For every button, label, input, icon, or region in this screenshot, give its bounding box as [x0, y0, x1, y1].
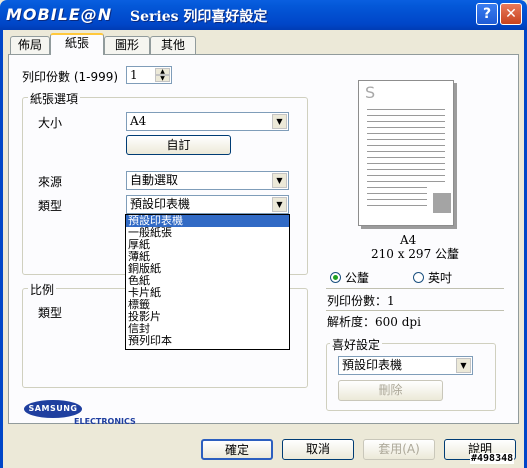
- spin-up-icon[interactable]: ▲: [155, 68, 170, 75]
- tab-paper[interactable]: 紙張: [50, 33, 104, 55]
- help-title-button[interactable]: ?: [476, 3, 498, 25]
- paper-preview: S: [358, 80, 454, 226]
- unit-inch-radio[interactable]: [413, 272, 424, 283]
- size-value: A4: [130, 114, 147, 128]
- type-value: 預設印表機: [130, 197, 191, 211]
- spin-down-icon[interactable]: ▼: [155, 75, 170, 82]
- source-value: 自動選取: [130, 173, 179, 187]
- unit-mm-radio[interactable]: [330, 272, 341, 283]
- paper-dims: 210 x 297 公釐: [371, 247, 460, 261]
- window-title: Series 列印喜好設定: [130, 9, 268, 25]
- preview-letter: S: [365, 83, 376, 102]
- scale-label: 比例: [28, 281, 57, 298]
- source-label: 來源: [38, 175, 63, 189]
- list-item[interactable]: 厚紙: [126, 239, 289, 251]
- tab-other[interactable]: 其他: [150, 36, 196, 54]
- mobile-logo: MOBILE@N: [6, 5, 113, 24]
- list-item[interactable]: 標籤: [126, 299, 289, 311]
- list-item[interactable]: 薄紙: [126, 251, 289, 263]
- paper-options-label: 紙張選項: [28, 90, 81, 107]
- electronics-text: ELECTRONICS: [74, 417, 136, 426]
- favorites-label: 喜好設定: [330, 336, 383, 353]
- tab-graphics[interactable]: 圖形: [104, 36, 150, 54]
- type-label: 類型: [38, 199, 63, 213]
- list-item[interactable]: 預列印本: [126, 335, 289, 347]
- size-select[interactable]: A4 ▼: [126, 112, 289, 131]
- list-item[interactable]: 一般紙張: [126, 227, 289, 239]
- close-button[interactable]: ✕: [500, 3, 522, 25]
- type-dropdown-list[interactable]: 預設印表機 一般紙張 厚紙 薄紙 銅版紙 色紙 卡片紙 標籤 投影片 信封 預列…: [125, 214, 290, 350]
- list-item[interactable]: 銅版紙: [126, 263, 289, 275]
- copies-label: 列印份數 (1-999): [22, 70, 119, 84]
- watermark: #498348: [470, 453, 515, 464]
- scale-type-label: 類型: [38, 306, 63, 320]
- cancel-button[interactable]: 取消: [282, 439, 354, 460]
- source-select[interactable]: 自動選取 ▼: [126, 171, 289, 190]
- list-item[interactable]: 預設印表機: [126, 215, 289, 227]
- image-block-icon: [433, 193, 451, 213]
- list-item[interactable]: 信封: [126, 323, 289, 335]
- divider: [326, 310, 504, 311]
- chevron-down-icon: ▼: [456, 358, 471, 373]
- favorites-value: 預設印表機: [342, 358, 403, 372]
- resolution-info: 解析度：600 dpi: [327, 315, 421, 329]
- size-label: 大小: [38, 116, 63, 130]
- chevron-down-icon: ▼: [272, 173, 287, 188]
- list-item[interactable]: 色紙: [126, 275, 289, 287]
- samsung-logo: SAMSUNG: [24, 400, 82, 418]
- copies-spinner[interactable]: 1 ▲ ▼: [126, 66, 172, 84]
- favorites-select[interactable]: 預設印表機 ▼: [338, 356, 473, 375]
- apply-button[interactable]: 套用(A): [363, 439, 435, 460]
- list-item[interactable]: 卡片紙: [126, 287, 289, 299]
- type-select[interactable]: 預設印表機 ▼: [126, 195, 289, 214]
- list-item[interactable]: 投影片: [126, 311, 289, 323]
- delete-button[interactable]: 刪除: [338, 380, 443, 401]
- divider: [326, 288, 504, 289]
- tab-layout[interactable]: 佈局: [10, 36, 50, 54]
- unit-mm-label: 公釐: [345, 271, 370, 285]
- chevron-down-icon: ▼: [272, 197, 287, 212]
- window-frame-left: [0, 30, 3, 468]
- custom-size-button[interactable]: 自訂: [126, 135, 231, 155]
- copies-info: 列印份數：1: [327, 294, 395, 308]
- ok-button[interactable]: 確定: [201, 439, 273, 460]
- unit-inch-label: 英吋: [428, 271, 453, 285]
- copies-value: 1: [130, 68, 138, 82]
- chevron-down-icon: ▼: [272, 114, 287, 129]
